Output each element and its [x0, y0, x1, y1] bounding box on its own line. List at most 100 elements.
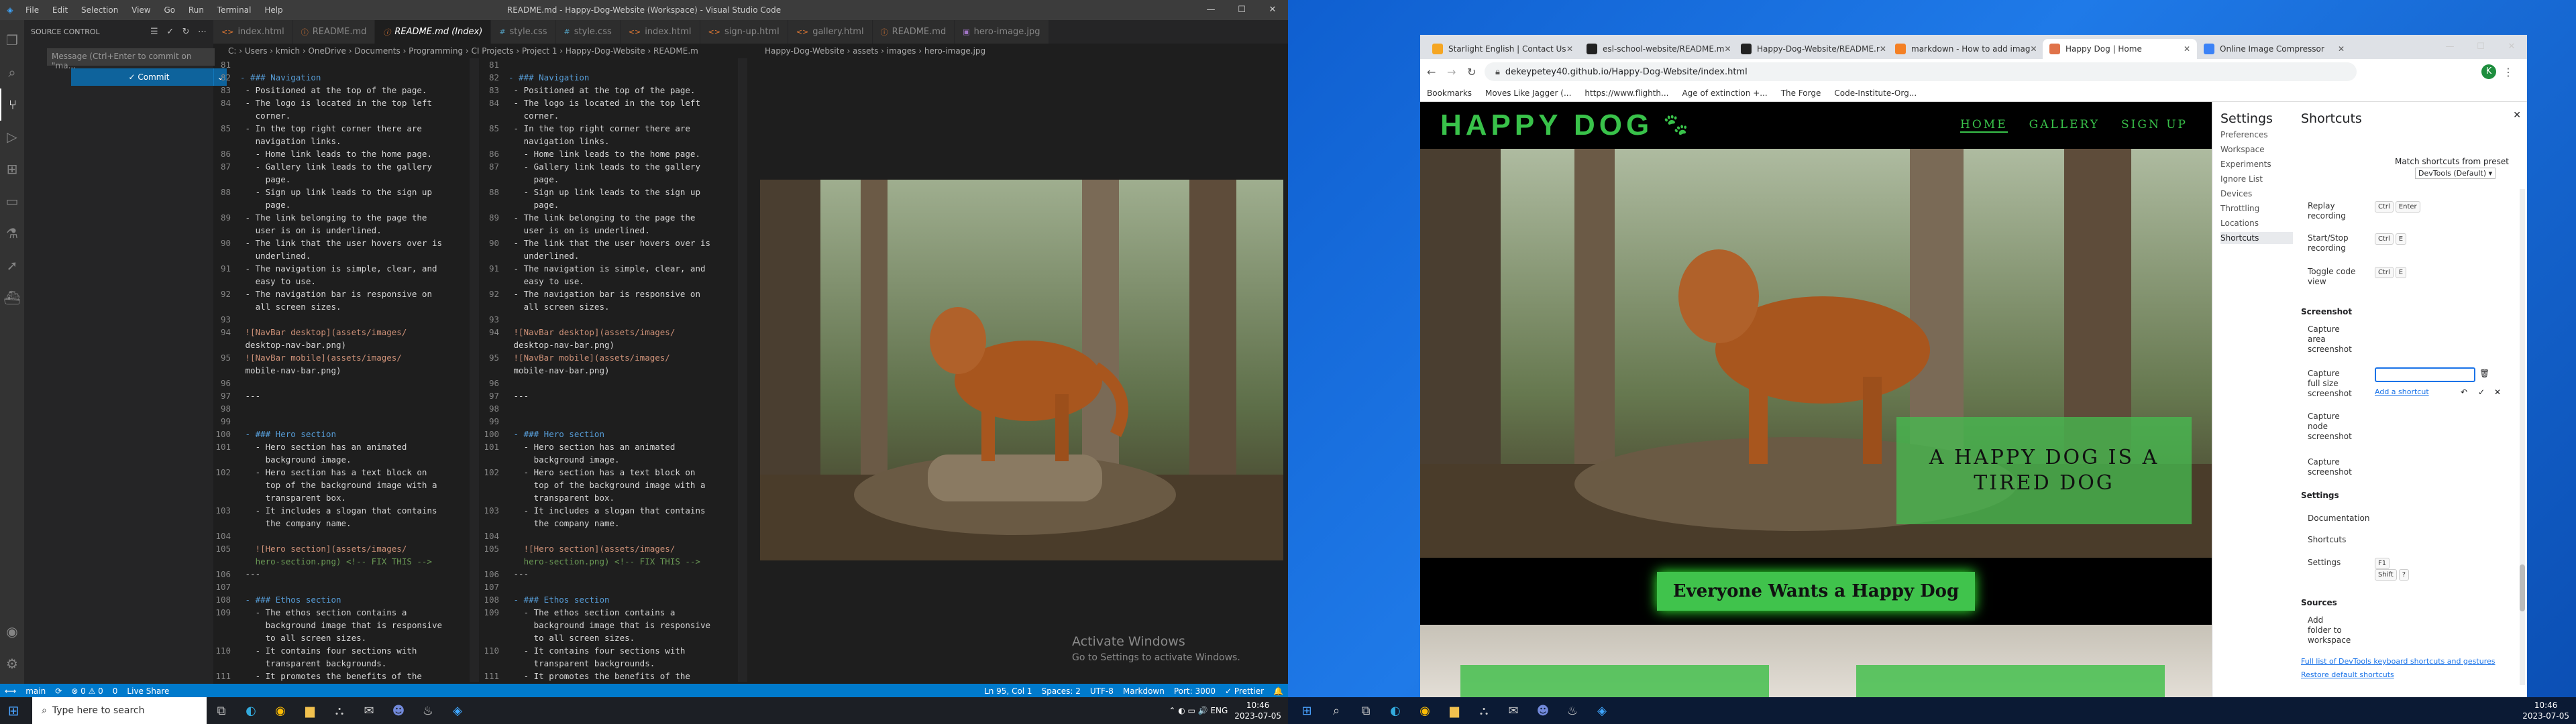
search-icon[interactable]: ⌕	[0, 56, 24, 88]
restore-defaults-link[interactable]: Restore default shortcuts	[2301, 670, 2394, 679]
remote-explorer-icon[interactable]: ▭	[0, 185, 24, 217]
bookmark-item[interactable]: Age of extinction +...	[1682, 88, 1767, 98]
view-as-tree-icon[interactable]: ☰	[150, 27, 158, 37]
editor-line[interactable]: 111 - It promotes the benefits of the	[482, 670, 743, 682]
browser-tab[interactable]: Online Image Compressor ✕	[2197, 39, 2351, 59]
tray-icons[interactable]: ⌃ ◐ ▭ 🔊 ENG	[1169, 706, 1228, 715]
editor-line[interactable]: transparent box.	[213, 491, 475, 504]
editor-line[interactable]: 100 - ### Hero section	[482, 428, 743, 440]
commit-button[interactable]: ✓ Commit ⌄	[71, 68, 227, 86]
editor-line[interactable]: 95 ![NavBar mobile](assets/images/	[482, 351, 743, 364]
bookmark-item[interactable]: https://www.flighth...	[1585, 88, 1668, 98]
editor-line[interactable]: 93	[213, 313, 475, 326]
editor-line[interactable]: 106 ---	[482, 568, 743, 581]
devtools-close-icon[interactable]: ✕	[2513, 110, 2521, 121]
explorer-icon[interactable]: ❐	[0, 24, 24, 56]
editor-line[interactable]: 89 - The link belonging to the page the	[482, 211, 743, 224]
shortcut-shortcuts[interactable]: Shortcuts	[2308, 535, 2522, 545]
editor-line[interactable]: page.	[482, 198, 743, 211]
steam-icon-2[interactable]: ♨	[1558, 697, 1587, 724]
bookmark-item[interactable]: The Forge	[1781, 88, 1821, 98]
chrome-icon[interactable]: ◉	[266, 697, 295, 724]
minimize-icon[interactable]: —	[1195, 0, 1226, 20]
editor-line[interactable]: 111 - It promotes the benefits of the	[213, 670, 475, 682]
editor-line[interactable]: 81	[482, 58, 743, 71]
editor-tab[interactable]: ⓘ README.md	[872, 20, 955, 44]
editor-tab[interactable]: <> index.html	[213, 20, 293, 44]
confirm-icon[interactable]: ✓	[2478, 387, 2485, 397]
chrome-maximize-icon[interactable]: ☐	[2465, 35, 2496, 59]
menu-run[interactable]: Run	[189, 5, 204, 15]
editor-line[interactable]: navigation links.	[482, 135, 743, 147]
indentation[interactable]: Spaces: 2	[1042, 686, 1081, 696]
editor-line[interactable]: underlined.	[482, 249, 743, 262]
editor-line[interactable]: background image that is responsive	[482, 619, 743, 631]
editor-line[interactable]: 82 - ### Navigation	[482, 71, 743, 84]
discord-icon-2[interactable]: ☻	[1528, 697, 1558, 724]
shortcut-startstop[interactable]: Start/Stop recording Ctrl E	[2308, 233, 2522, 253]
editor-line[interactable]: background image.	[482, 453, 743, 466]
editor-line[interactable]: 85 - In the top right corner there are	[482, 122, 743, 135]
tab-close-icon[interactable]: ✕	[2338, 44, 2345, 54]
site-logo[interactable]: HAPPY DOG	[1440, 109, 1653, 142]
browser-tab[interactable]: Starlight English | Contact Us ✕	[1426, 39, 1580, 59]
live-share-icon[interactable]: ➚	[0, 249, 24, 282]
shortcut-capture-area[interactable]: Capture area screenshot	[2308, 324, 2522, 355]
shortcut-key-input[interactable]	[2375, 367, 2475, 382]
editor-line[interactable]: 88 - Sign up link leads to the sign up	[213, 186, 475, 198]
menu-file[interactable]: File	[25, 5, 39, 15]
editor-line[interactable]: transparent box.	[482, 491, 743, 504]
editor-line[interactable]: background image.	[213, 453, 475, 466]
editor-tab[interactable]: <> gallery.html	[788, 20, 873, 44]
devtools-scrollbar[interactable]	[2520, 189, 2525, 685]
minimap-scrollbar-2[interactable]	[738, 58, 747, 682]
task-view-icon-2[interactable]: ⧉	[1351, 697, 1381, 724]
store-icon-2[interactable]: ⛬	[1469, 697, 1499, 724]
editor-line[interactable]: navigation links.	[213, 135, 475, 147]
taskbar-search-box[interactable]: ⌕ Type here to search	[32, 697, 207, 724]
reload-icon[interactable]: ↻	[1467, 66, 1476, 78]
address-bar[interactable]: 🔒︎ dekeypetey40.github.io/Happy-Dog-Websi…	[1485, 62, 2357, 81]
editor-tab[interactable]: <> sign-up.html	[700, 20, 788, 44]
editor-line[interactable]: easy to use.	[213, 275, 475, 288]
menu-selection[interactable]: Selection	[81, 5, 118, 15]
port-indicator[interactable]: Port: 3000	[1174, 686, 1216, 696]
editor-line[interactable]: top of the background image with a	[213, 479, 475, 491]
devtools-nav-item[interactable]: Ignore List	[2220, 173, 2293, 185]
discord-icon[interactable]: ☻	[384, 697, 413, 724]
editor-line[interactable]: all screen sizes.	[213, 300, 475, 313]
shortcut-toggle[interactable]: Toggle code view Ctrl E	[2308, 267, 2522, 287]
cursor-position[interactable]: Ln 95, Col 1	[984, 686, 1032, 696]
editor-pane-right[interactable]: 81 82 - ### Navigation 83 - Positioned at t…	[482, 58, 743, 682]
sync-icon[interactable]: ⟳	[55, 686, 62, 696]
devtools-nav-item[interactable]: Preferences	[2220, 129, 2293, 141]
browser-tab[interactable]: Happy Dog | Home ✕	[2043, 39, 2197, 59]
editor-line[interactable]: 104	[213, 530, 475, 542]
full-shortcut-list-link[interactable]: Full list of DevTools keyboard shortcuts…	[2301, 657, 2495, 666]
forward-icon[interactable]: →	[1447, 66, 1456, 78]
editor-line[interactable]: 95 ![NavBar mobile](assets/images/	[213, 351, 475, 364]
menu-help[interactable]: Help	[264, 5, 282, 15]
live-share-status[interactable]: Live Share	[127, 686, 169, 696]
editor-line[interactable]: hero-section.png) <!-- FIX THIS -->	[482, 555, 743, 568]
editor-line[interactable]: 99	[482, 415, 743, 428]
editor-line[interactable]: mobile-nav-bar.png)	[213, 364, 475, 377]
tab-close-icon[interactable]: ✕	[1566, 44, 1573, 54]
ports-indicator[interactable]: 0	[113, 686, 118, 696]
bookmark-item[interactable]: Moves Like Jagger (...	[1485, 88, 1571, 98]
search-icon-2[interactable]: ⌕	[1322, 697, 1351, 724]
close-icon[interactable]: ✕	[1257, 0, 1288, 20]
editor-line[interactable]: 97 ---	[482, 389, 743, 402]
editor-line[interactable]: 88 - Sign up link leads to the sign up	[482, 186, 743, 198]
editor-tab[interactable]: <> index.html	[620, 20, 700, 44]
editor-line[interactable]: 89 - The link belonging to the page the	[213, 211, 475, 224]
language-mode[interactable]: Markdown	[1123, 686, 1165, 696]
editor-line[interactable]: 102 - Hero section has a text block on	[213, 466, 475, 479]
nav-signup-link[interactable]: SIGN UP	[2121, 118, 2188, 133]
editor-line[interactable]: 100 - ### Hero section	[213, 428, 475, 440]
source-control-icon[interactable]: ⑂	[0, 88, 24, 121]
chrome-minimize-icon[interactable]: —	[2434, 35, 2465, 59]
editor-line[interactable]: 87 - Gallery link leads to the gallery	[482, 160, 743, 173]
editor-line[interactable]: 98	[213, 402, 475, 415]
editor-line[interactable]: 108 - ### Ethos section	[482, 593, 743, 606]
